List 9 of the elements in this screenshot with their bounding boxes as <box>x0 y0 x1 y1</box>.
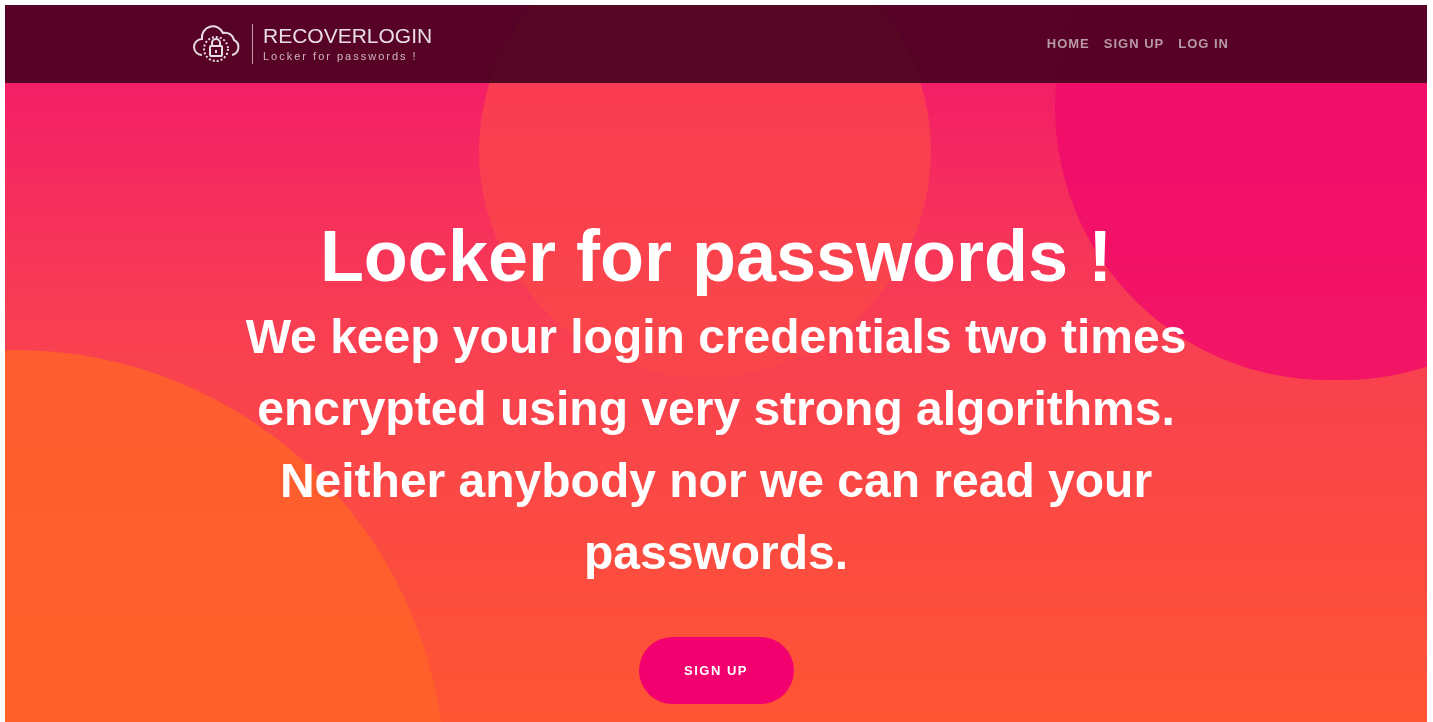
nav-link[interactable]: LOG IN <box>1178 34 1229 54</box>
cloud-lock-icon <box>192 23 242 65</box>
sign-up-button[interactable]: SIGN UP <box>638 637 794 704</box>
nav-link[interactable]: SIGN UP <box>1103 34 1165 54</box>
brand-name: RECOVERLOGIN <box>263 24 433 48</box>
brand-tagline: Locker for passwords ! <box>263 49 419 64</box>
hero-text: We keep your login credentials two times encrypted using very strong algorithms. Neither anybody nor we can read your passwords. <box>244 309 1188 581</box>
nav-link[interactable]: HOME <box>1046 34 1090 54</box>
hero-title: Locker for passwords ! <box>319 215 1113 298</box>
